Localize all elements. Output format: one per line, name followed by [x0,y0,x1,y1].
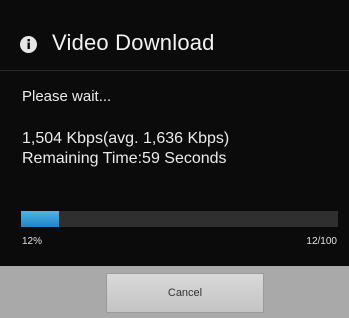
remaining-time: Remaining Time:59 Seconds [22,150,227,167]
title-divider [0,70,349,71]
video-download-dialog: Video Download Please wait... 1,504 Kbps… [0,0,349,318]
progress-percent: 12% [22,236,43,247]
progress-count: 12/100 [306,236,337,247]
cancel-button[interactable]: Cancel [106,273,264,313]
progress-bar [21,211,338,227]
wait-message: Please wait... [22,88,112,105]
dialog-title-bar: Video Download [0,0,349,67]
info-icon [20,36,37,53]
dialog-title: Video Download [52,30,215,55]
progress-fill [21,211,60,227]
download-rate: 1,504 Kbps(avg. 1,636 Kbps) [22,130,230,147]
